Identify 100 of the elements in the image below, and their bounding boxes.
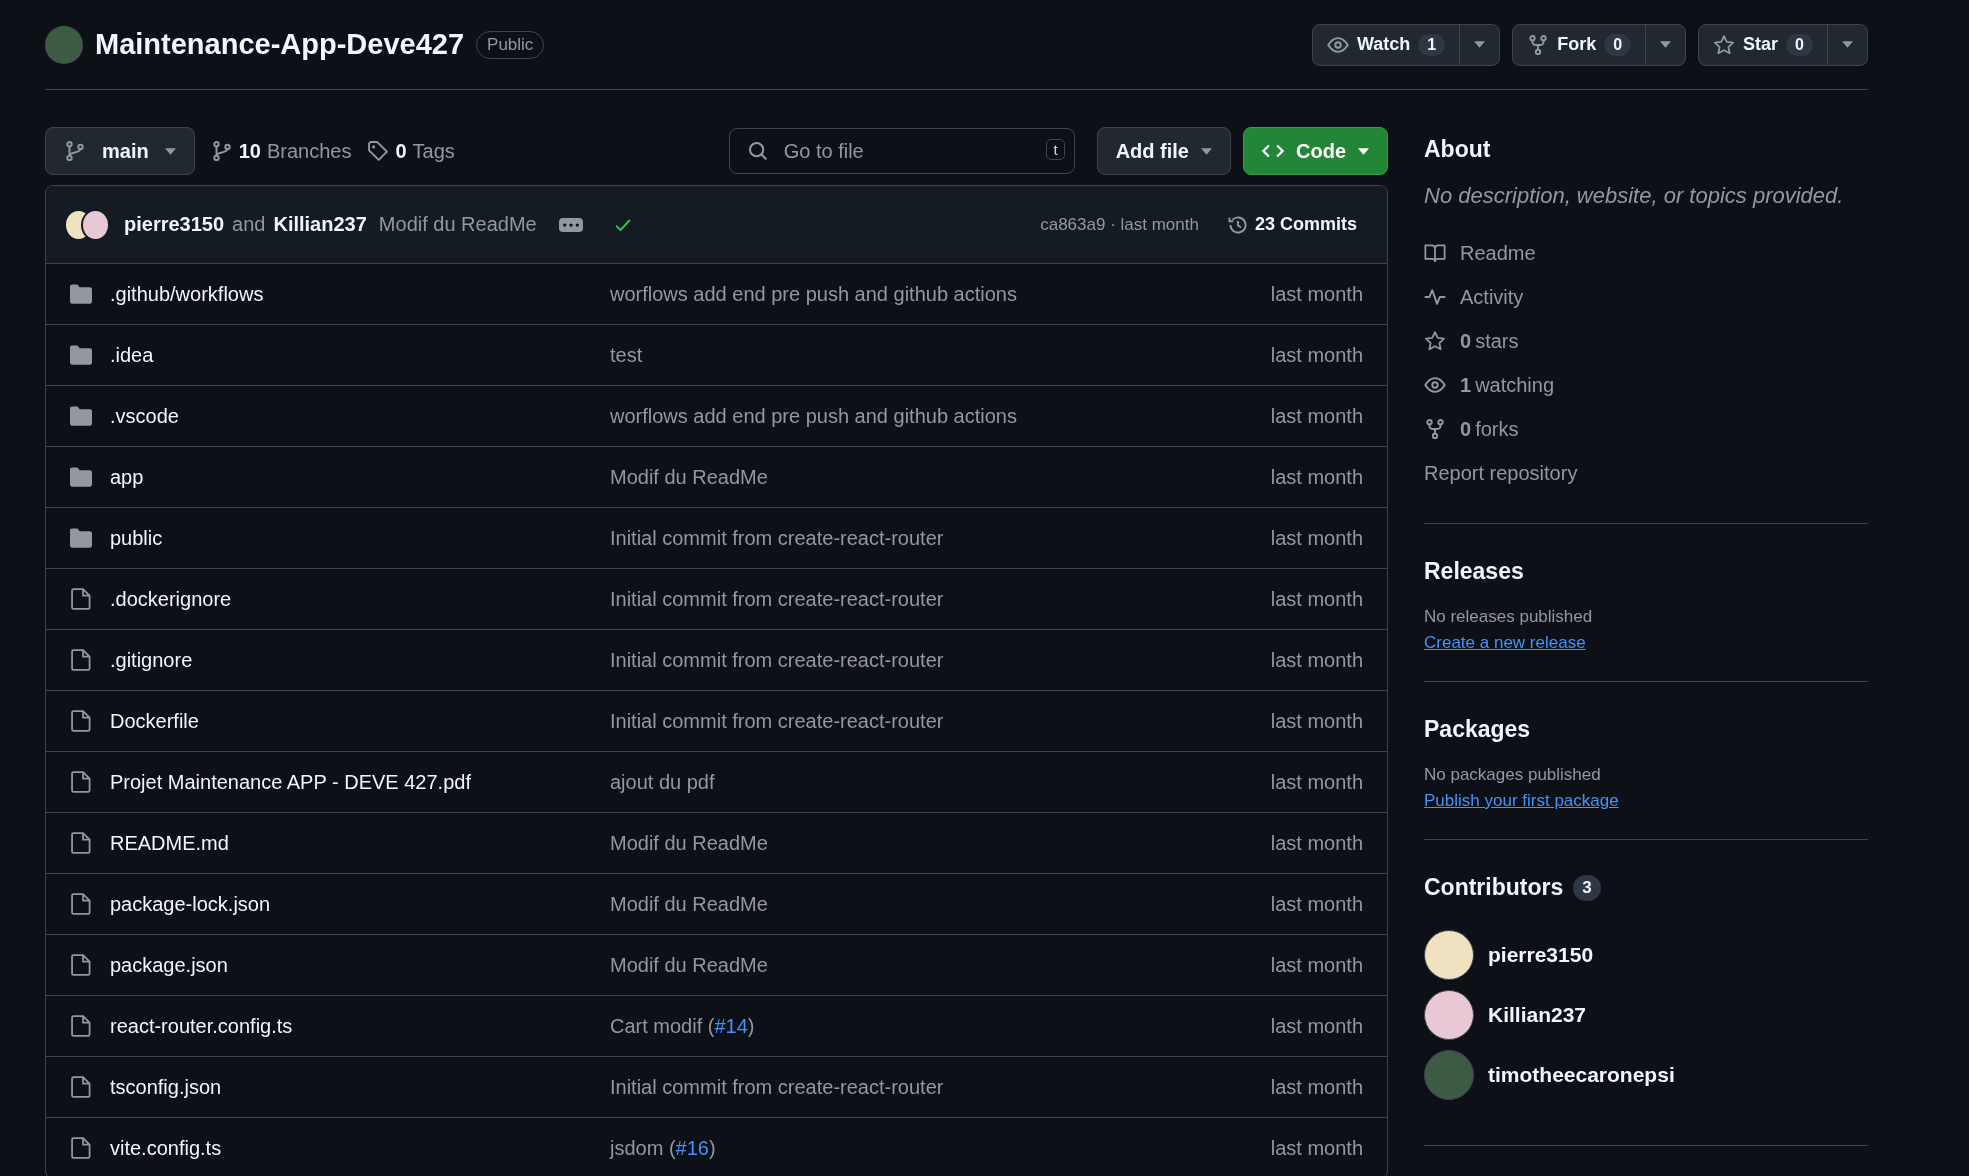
file-name-link[interactable]: .gitignore	[110, 648, 610, 672]
count-badge: 0	[1604, 33, 1632, 56]
publish-package-link[interactable]: Publish your first package	[1424, 791, 1619, 810]
file-name-link[interactable]: .vscode	[110, 404, 610, 428]
commit-sha-time: ca863a9 · last month	[1040, 214, 1199, 235]
about-link[interactable]: 0 forks	[1424, 407, 1868, 451]
pull-request-link[interactable]: #16	[675, 1136, 709, 1159]
create-release-link[interactable]: Create a new release	[1424, 633, 1586, 652]
book-icon	[1424, 242, 1446, 264]
commit-time: last month	[1270, 404, 1363, 428]
star-icon	[1713, 33, 1736, 56]
commit-time: last month	[1270, 1014, 1363, 1038]
branch-icon	[64, 140, 86, 162]
file-name-link[interactable]: package.json	[110, 953, 610, 977]
ellipsis-icon	[560, 220, 581, 229]
commit-time: last month	[1270, 770, 1363, 794]
commit-time: last month	[1270, 526, 1363, 550]
commit-message: Initial commit from create-react-router	[610, 1075, 944, 1098]
file-name-link[interactable]: Dockerfile	[110, 709, 610, 733]
commit-message: Initial commit from create-react-router	[610, 648, 944, 671]
releases-heading: Releases	[1424, 558, 1525, 585]
commit-message: Cart modif (	[610, 1014, 715, 1037]
file-icon	[70, 588, 92, 610]
fork-icon	[1424, 418, 1446, 440]
add-file-button[interactable]: Add file	[1096, 127, 1231, 175]
contributors-heading: Contributors	[1424, 874, 1564, 901]
code-button[interactable]: Code	[1243, 127, 1388, 175]
commit-message: Initial commit from create-react-router	[610, 709, 944, 732]
commit-time: last month	[1270, 709, 1363, 733]
commit-message: Modif du ReadMe	[610, 831, 768, 854]
file-name-link[interactable]: react-router.config.ts	[110, 1014, 610, 1038]
about-link[interactable]: Readme	[1424, 231, 1868, 275]
contributor-link[interactable]: timotheecaronepsi	[1424, 1045, 1868, 1105]
file-name-link[interactable]: app	[110, 465, 610, 489]
expand-button[interactable]	[558, 217, 583, 232]
commit-time: last month	[1270, 343, 1363, 367]
commit-time: last month	[1270, 648, 1363, 672]
watch-button[interactable]: Watch 1	[1312, 24, 1460, 65]
repo-name[interactable]: Maintenance-App-Deve427	[95, 28, 465, 61]
author-link[interactable]: Killian237	[273, 213, 367, 236]
file-name-link[interactable]: public	[110, 526, 610, 550]
file-name-link[interactable]: tsconfig.json	[110, 1075, 610, 1099]
repo-avatar	[45, 25, 83, 64]
commit-time: last month	[1270, 1075, 1363, 1099]
star-button[interactable]: Star 0	[1699, 24, 1827, 65]
count-badge: 1	[1418, 33, 1446, 56]
commit-time: last month	[1270, 831, 1363, 855]
report-link[interactable]: Report repository	[1424, 451, 1868, 495]
file-icon	[70, 1015, 92, 1037]
file-name-link[interactable]: .github/workflows	[110, 282, 610, 306]
tags-link[interactable]: 0 Tags	[367, 139, 455, 163]
file-name-link[interactable]: README.md	[110, 831, 610, 855]
file-name-link[interactable]: .idea	[110, 343, 610, 367]
author-link[interactable]: pierre3150	[124, 213, 225, 236]
pull-request-link[interactable]: #14	[714, 1014, 748, 1037]
folder-icon	[70, 344, 92, 366]
commit-message-end: )	[708, 1136, 716, 1159]
avatar-pair	[64, 208, 110, 241]
about-link[interactable]: 0 stars	[1424, 319, 1868, 363]
file-name-link[interactable]: vite.config.ts	[110, 1136, 610, 1160]
file-icon	[70, 649, 92, 671]
commit-time: last month	[1270, 465, 1363, 489]
commit-time: last month	[1270, 1136, 1363, 1160]
file-icon	[70, 771, 92, 793]
packages-heading: Packages	[1424, 716, 1532, 743]
folder-icon	[70, 466, 92, 488]
commit-message: worflows add end pre push and github actions	[610, 282, 1017, 305]
caret-icon	[1660, 41, 1672, 48]
branch-selector[interactable]: main	[45, 127, 195, 175]
commit-message: jsdom (	[610, 1136, 676, 1159]
contributor-link[interactable]: pierre3150	[1424, 925, 1868, 985]
commit-message: Modif du ReadMe	[610, 892, 768, 915]
caret-icon	[1358, 147, 1369, 155]
pulse-icon	[1424, 286, 1446, 308]
caret-icon	[1842, 41, 1853, 48]
file-name-link[interactable]: package-lock.json	[110, 892, 610, 916]
branches-link[interactable]: 10 Branches	[210, 139, 352, 163]
caret-icon	[164, 147, 176, 155]
fork-button[interactable]: Fork 0	[1513, 24, 1646, 65]
commit-message: Initial commit from create-react-router	[610, 587, 944, 610]
commit-message[interactable]: Modif du ReadMe	[378, 213, 537, 236]
about-link[interactable]: 1 watching	[1424, 363, 1868, 407]
contributor-link[interactable]: Killian237	[1424, 985, 1868, 1045]
file-name-link[interactable]: .dockerignore	[110, 587, 610, 611]
file-name-link[interactable]: Projet Maintenance APP - DEVE 427.pdf	[110, 770, 610, 794]
commit-time: last month	[1270, 282, 1363, 306]
about-heading: About	[1424, 136, 1492, 163]
packages-text: No packages published	[1424, 765, 1602, 785]
eye-icon	[1424, 374, 1446, 396]
file-icon	[70, 954, 92, 976]
commits-link[interactable]: 23 Commits	[1226, 213, 1357, 236]
branch-icon	[210, 140, 233, 162]
file-icon	[70, 710, 92, 732]
commit-time: last month	[1270, 892, 1363, 916]
about-link[interactable]: Activity	[1424, 275, 1868, 319]
commit-time: last month	[1270, 587, 1363, 611]
folder-icon	[70, 405, 92, 427]
caret-icon	[1201, 147, 1212, 155]
star-icon	[1424, 330, 1446, 352]
joiner-text: and	[232, 213, 266, 236]
